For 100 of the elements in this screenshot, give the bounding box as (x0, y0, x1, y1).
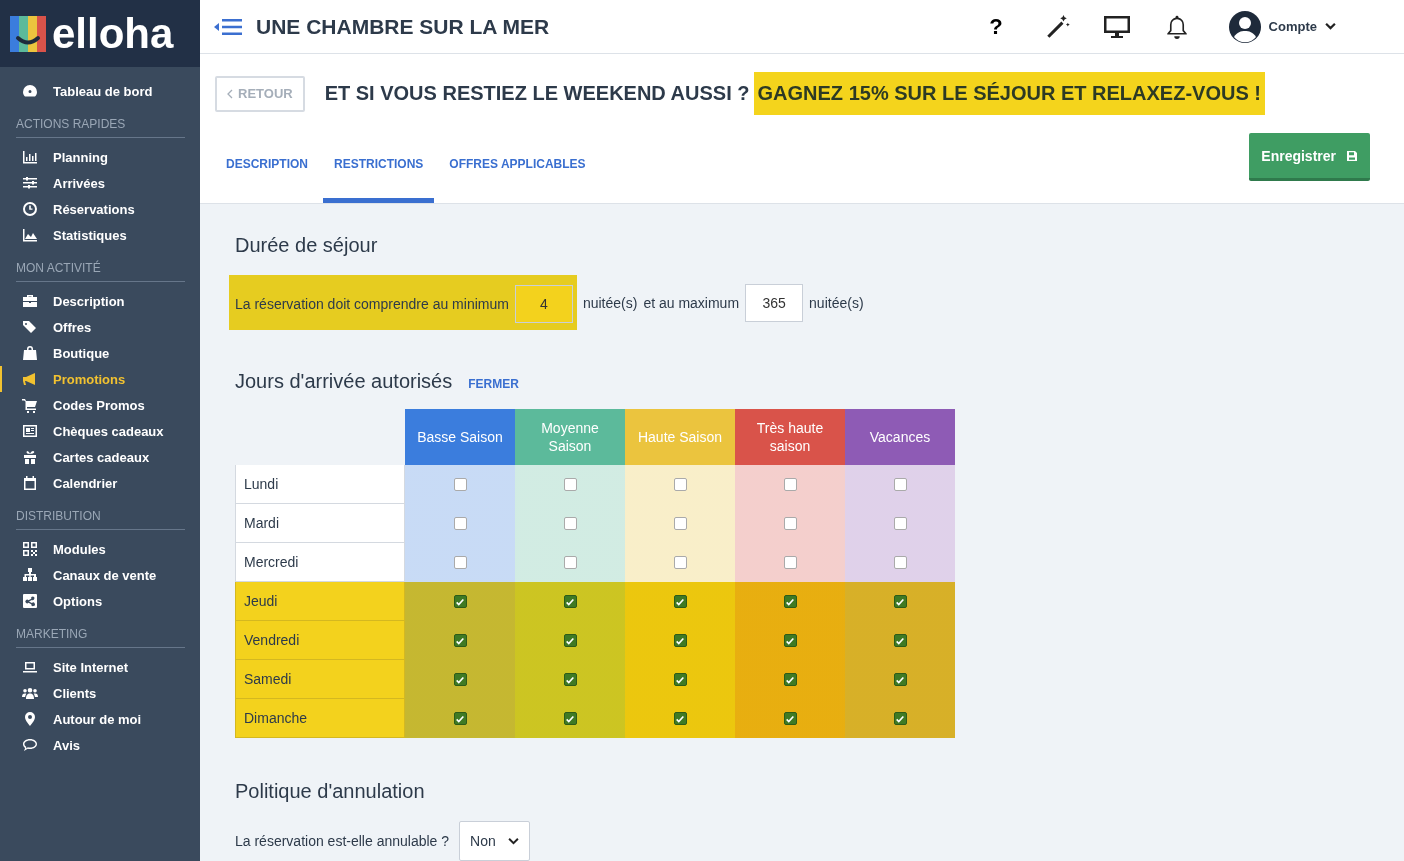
checkbox[interactable] (453, 478, 467, 491)
sidebar-item[interactable]: Cartes cadeaux (0, 444, 200, 470)
unit-label: nuitée(s) (582, 294, 638, 311)
help-button[interactable]: ? (983, 12, 1009, 41)
season-header: Vacances (845, 409, 955, 465)
section-title: Politique d'annulation (235, 780, 426, 803)
cancellable-dropdown[interactable]: Non (459, 821, 530, 861)
checkbox[interactable] (783, 673, 797, 686)
page-title: UNE CHAMBRE SUR LA MER (256, 14, 550, 39)
sidebar-item[interactable]: Statistiques (0, 222, 200, 248)
section-heading: MARKETING (16, 627, 185, 648)
share-icon (21, 593, 39, 609)
checkbox[interactable] (783, 712, 797, 725)
checkbox[interactable] (453, 712, 467, 725)
sidebar-item[interactable]: Réservations (0, 196, 200, 222)
sidebar-item[interactable]: Canaux de vente (0, 562, 200, 588)
tab[interactable]: OFFRES APPLICABLES (438, 125, 597, 203)
menu-icon[interactable] (214, 17, 242, 36)
checkbox[interactable] (783, 478, 797, 491)
checkbox[interactable] (893, 712, 907, 725)
checkbox[interactable] (673, 556, 687, 569)
checkbox[interactable] (563, 478, 577, 491)
section-heading: DISTRIBUTION (16, 509, 185, 530)
sidebar-item[interactable]: Modules (0, 536, 200, 562)
shopping-bag-icon (21, 345, 39, 361)
sidebar-item[interactable]: Arrivées (0, 170, 200, 196)
field-label: La réservation doit comprendre au minimum (235, 296, 509, 312)
speech-bubble-icon (21, 737, 39, 753)
day-cell: Mardi (235, 504, 405, 543)
checkbox[interactable] (673, 595, 687, 608)
clock-icon (21, 201, 39, 217)
checkbox[interactable] (563, 517, 577, 530)
checkbox[interactable] (673, 712, 687, 725)
day-cell: Jeudi (235, 582, 405, 621)
checkbox[interactable] (563, 712, 577, 725)
sidebar-item[interactable]: Tableau de bord (0, 78, 200, 104)
qr-code-icon (21, 541, 39, 557)
newspaper-icon (21, 423, 39, 439)
chevron-down-icon (507, 836, 519, 846)
checkbox[interactable] (893, 634, 907, 647)
checkbox[interactable] (563, 556, 577, 569)
day-cell: Dimanche (235, 699, 405, 738)
section-heading: ACTIONS RAPIDES (16, 117, 185, 138)
sidebar-item[interactable]: Offres (0, 314, 200, 340)
monitor-icon[interactable] (1102, 13, 1131, 40)
sidebar-item[interactable]: Clients (0, 680, 200, 706)
sidebar-item[interactable]: Avis (0, 732, 200, 758)
calendar-icon (21, 475, 39, 491)
sidebar-item[interactable]: Autour de moi (0, 706, 200, 732)
checkbox[interactable] (673, 634, 687, 647)
promotion-title: ET SI VOUS RESTIEZ LE WEEKEND AUSSI ? (324, 82, 750, 105)
sidebar-item[interactable]: Codes Promos (0, 392, 200, 418)
field-label: et au maximum (643, 294, 740, 311)
checkbox[interactable] (563, 595, 577, 608)
bar-chart-icon (21, 149, 39, 165)
logo-text: elloha (52, 12, 174, 55)
chevron-left-icon (227, 88, 233, 99)
checkbox[interactable] (453, 634, 467, 647)
sidebar-item[interactable]: Planning (0, 144, 200, 170)
tab[interactable]: RESTRICTIONS (323, 125, 435, 203)
checkbox[interactable] (893, 595, 907, 608)
season-header: Basse Saison (405, 409, 515, 465)
sidebar-item[interactable]: Options (0, 588, 200, 614)
tab[interactable]: DESCRIPTION (215, 125, 319, 203)
checkbox[interactable] (783, 556, 797, 569)
unit-label: nuitée(s) (809, 294, 864, 311)
sidebar-item[interactable]: Boutique (0, 340, 200, 366)
checkbox[interactable] (893, 673, 907, 686)
checkbox[interactable] (673, 673, 687, 686)
maximum-nights-field[interactable]: 365 (745, 283, 804, 322)
checkbox[interactable] (453, 595, 467, 608)
checkbox[interactable] (453, 673, 467, 686)
sidebar-item[interactable]: Chèques cadeaux (0, 418, 200, 444)
minimum-nights-field[interactable]: 4 (514, 285, 573, 323)
area-chart-icon (21, 227, 39, 243)
season-header: Très haute saison (735, 409, 845, 465)
checkbox[interactable] (453, 517, 467, 530)
checkbox[interactable] (453, 556, 467, 569)
close-link[interactable]: FERMER (468, 377, 519, 391)
checkbox[interactable] (893, 478, 907, 491)
checkbox[interactable] (783, 595, 797, 608)
checkbox[interactable] (563, 673, 577, 686)
sitemap-icon (21, 567, 39, 583)
sidebar-item[interactable]: Description (0, 288, 200, 314)
checkbox[interactable] (673, 478, 687, 491)
field-label: La réservation est-elle annulable ? (235, 833, 450, 849)
account-menu[interactable]: Compte (1222, 9, 1342, 44)
tags-icon (21, 319, 39, 335)
checkbox[interactable] (783, 634, 797, 647)
checkbox[interactable] (673, 517, 687, 530)
checkbox[interactable] (893, 517, 907, 530)
day-cell: Samedi (235, 660, 405, 699)
sidebar-item[interactable]: Site Internet (0, 654, 200, 680)
day-cell: Mercredi (235, 543, 405, 582)
sidebar-item[interactable]: Calendrier (0, 470, 200, 496)
shopping-cart-icon (21, 397, 39, 413)
checkbox[interactable] (893, 556, 907, 569)
checkbox[interactable] (563, 634, 577, 647)
checkbox[interactable] (783, 517, 797, 530)
sliders-icon (21, 175, 39, 191)
